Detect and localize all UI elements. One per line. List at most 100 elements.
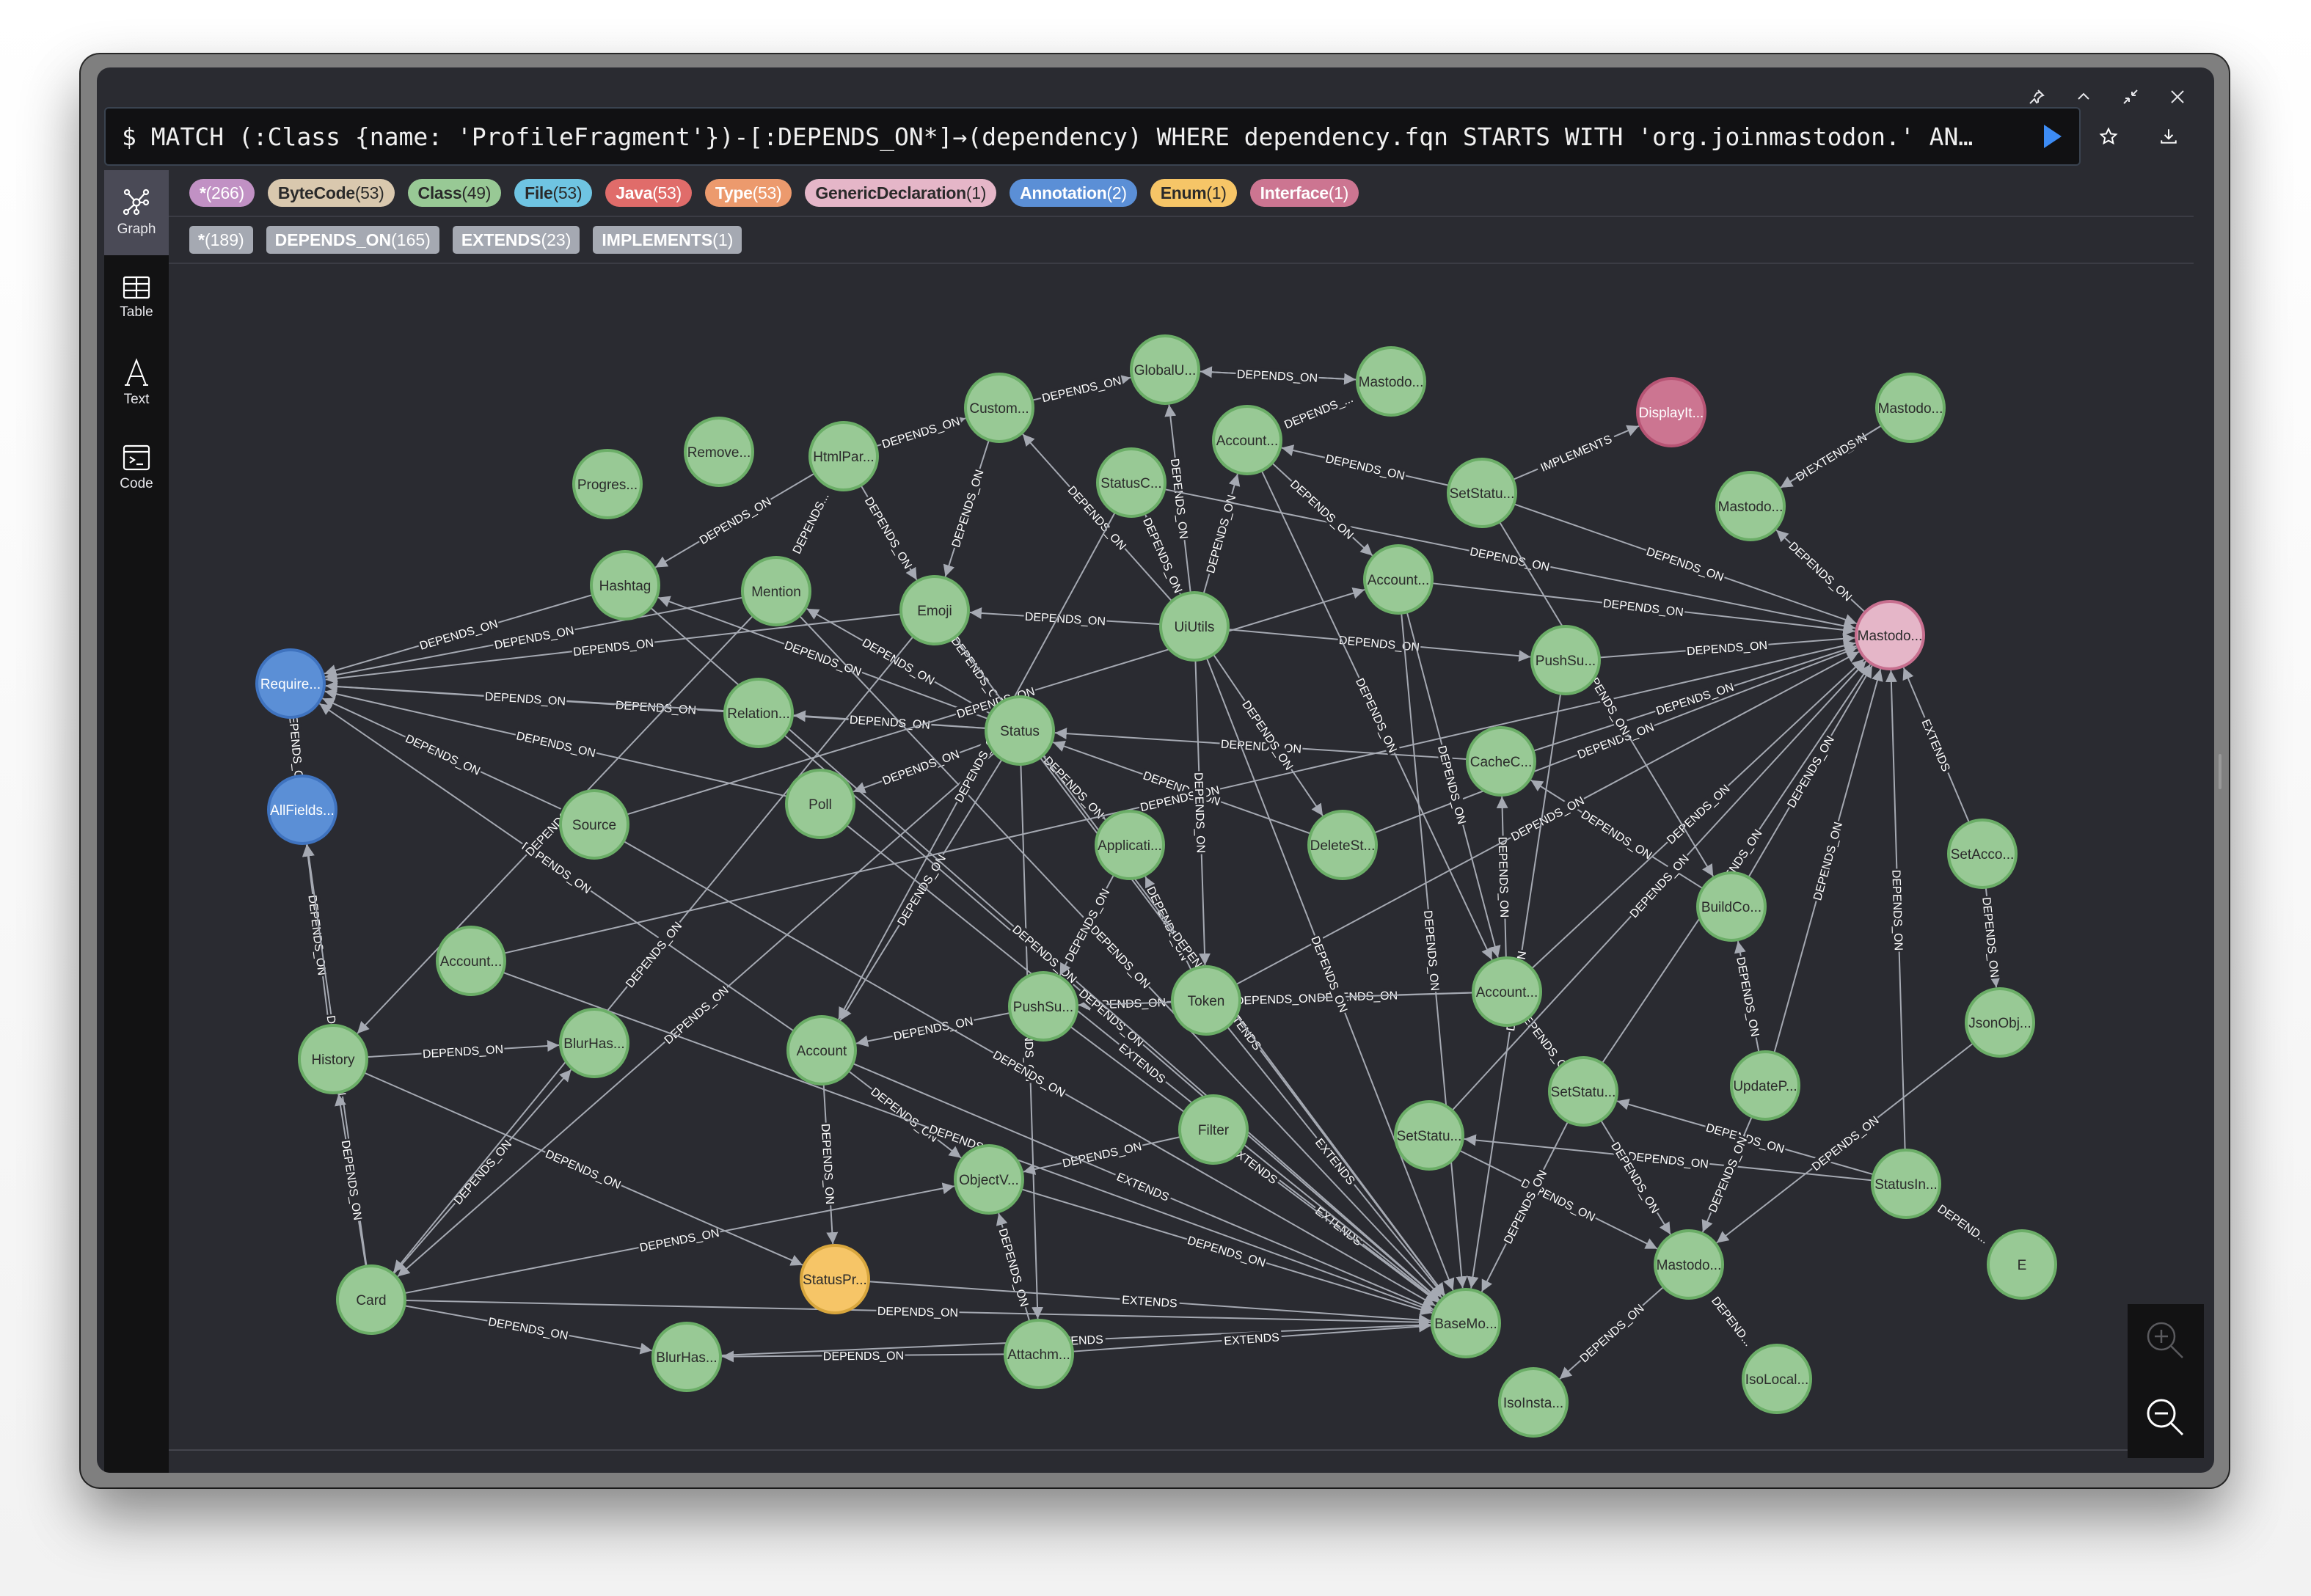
graph-node[interactable]: DeleteSt... — [1307, 810, 1378, 880]
relationship-depends-on[interactable]: DEPENDS_ON — [1748, 665, 1873, 878]
graph-node[interactable]: Mastodo... — [1654, 1229, 1724, 1300]
graph-node[interactable]: Hashtag — [590, 550, 660, 621]
node-label-pill[interactable]: Class (49) — [407, 179, 502, 207]
graph-node[interactable]: Status — [985, 695, 1055, 766]
favorite-button[interactable] — [2088, 116, 2129, 157]
graph-node[interactable]: Mastodo... — [1715, 471, 1786, 541]
graph-node[interactable]: JsonObj... — [1965, 987, 2035, 1058]
relationship-type-pill[interactable]: IMPLEMENTS (1) — [593, 226, 742, 254]
node-label-pill[interactable]: File (53) — [514, 179, 593, 207]
relationship-depends-on[interactable]: DEPENDS_ON — [322, 698, 564, 811]
graph-node[interactable]: Account... — [1472, 956, 1542, 1027]
graph-node[interactable]: ObjectV... — [954, 1144, 1024, 1215]
relationship-depends-on[interactable]: DEPENDS_ON — [1431, 582, 1855, 636]
relationship-depends-on[interactable]: DEPENDS_ON — [1373, 646, 1858, 834]
graph-node[interactable]: Token — [1171, 965, 1241, 1036]
graph-svg[interactable]: DEPENDS_ONDEPENDS_ONDEPENDS_ONDEPENDS_..… — [169, 264, 2194, 1451]
relationship-depends-on[interactable]: DEPENDS_ON — [357, 615, 754, 1034]
relationship-depends-on[interactable]: DEPENDS_ON — [1885, 670, 1906, 1151]
node-label-pill[interactable]: GenericDeclaration (1) — [805, 179, 997, 207]
relationship-depends-on[interactable]: DEPENDS_ON — [1023, 1136, 1181, 1175]
relationship-depends-on[interactable]: DEPENDS_ON — [1599, 632, 1855, 659]
relationship-type-pill[interactable]: DEPENDS_ON (165) — [266, 226, 439, 254]
relationship-depends-on[interactable]: DEPENDS_ON — [1020, 764, 1044, 1319]
graph-node[interactable]: BuildCo... — [1696, 871, 1767, 942]
graph-node[interactable]: Card — [336, 1264, 406, 1335]
relationship-extends[interactable]: EXTENDS — [1902, 667, 1971, 824]
graph-node[interactable]: Account... — [436, 926, 506, 996]
relationship-extends[interactable]: EXTENDS — [1780, 425, 1883, 488]
relationship-depends-on[interactable]: DEPENDS_ON — [1464, 1134, 1873, 1182]
graph-node[interactable]: Remove... — [684, 417, 754, 487]
download-button[interactable] — [2148, 116, 2189, 157]
graph-node[interactable]: SetStatu... — [1447, 458, 1517, 528]
relationship-depends-on[interactable]: DEPENDS_ON — [302, 844, 330, 1026]
graph-node[interactable]: PushSu... — [1008, 971, 1078, 1042]
graph-node[interactable]: BlurHas... — [651, 1322, 722, 1392]
relationship-depends-on[interactable]: DEPENDS_ON — [1198, 367, 1357, 385]
node-label-pill[interactable]: Interface (1) — [1249, 179, 1359, 207]
graph-node[interactable]: Account... — [1363, 544, 1434, 615]
graph-node[interactable]: Custom... — [964, 373, 1034, 443]
graph-node[interactable]: SetAcco... — [1947, 819, 2018, 889]
graph-node[interactable]: Account... — [1212, 405, 1282, 475]
relationship-depends-on[interactable]: DEPENDS_ON — [1401, 612, 1468, 1289]
zoom-out-button[interactable] — [2145, 1397, 2186, 1442]
relationship-depends-on[interactable]: DEPENDS_ON — [860, 485, 918, 581]
relationship-depends-on[interactable]: DEPENDS_ON — [363, 1072, 803, 1266]
sidebar-item-graph[interactable]: Graph — [104, 170, 169, 255]
relationship-depends-on[interactable]: DEPENDS_ON — [875, 413, 966, 451]
node-label-pill[interactable]: * (266) — [189, 179, 255, 207]
shrink-button[interactable] — [2107, 81, 2154, 113]
sidebar-item-text[interactable]: Text — [104, 340, 169, 425]
query-editor[interactable]: $ MATCH (:Class {name: 'ProfileFragment'… — [104, 107, 2081, 166]
relationship-depends-on[interactable]: DEPENDS_ON — [1202, 473, 1241, 595]
relationship-type-pill[interactable]: EXTENDS (23) — [452, 226, 580, 254]
relationship-depends-on[interactable]: DEPENDS_ON — [1227, 629, 1531, 662]
relationship-depends-on[interactable]: DEPENDS_ON — [325, 613, 902, 684]
query-text[interactable]: $ MATCH (:Class {name: 'ProfileFragment'… — [106, 122, 2044, 151]
sidebar-item-table[interactable]: Table — [104, 255, 169, 340]
graph-node[interactable]: Attachm... — [1004, 1319, 1074, 1389]
graph-node[interactable]: BlurHas... — [559, 1008, 629, 1078]
node-label-pill[interactable]: Java (53) — [605, 179, 692, 207]
graph-node[interactable]: SetStatu... — [1548, 1056, 1618, 1127]
graph-node[interactable]: IsoLocal... — [1742, 1344, 1812, 1414]
graph-node[interactable]: Mention — [741, 556, 811, 626]
relationship-depends-on[interactable]: DEPENDS_ON — [404, 1299, 1431, 1328]
relationship-depends-on[interactable]: DEPENDS_ON — [798, 615, 1442, 1298]
relationship-depend---[interactable]: DEPEND... — [1928, 1196, 1998, 1251]
node-label-pill[interactable]: Type (53) — [704, 179, 792, 207]
resize-handle[interactable] — [2219, 754, 2221, 789]
relationship-extends[interactable]: EXTENDS — [1072, 1320, 1431, 1352]
graph-node[interactable]: BaseMo... — [1431, 1288, 1501, 1358]
graph-node[interactable]: StatusIn... — [1871, 1149, 1941, 1219]
graph-node[interactable]: Mastodo... — [1855, 600, 1925, 670]
graph-node[interactable]: Emoji — [899, 575, 970, 645]
graph-node[interactable]: Progres... — [572, 449, 643, 519]
relationship-depends-on[interactable]: DEPENDS_ON — [1496, 796, 1512, 959]
graph-node[interactable]: Mastodo... — [1875, 373, 1946, 443]
relationship-depends-on[interactable]: DEPENDS_ON — [1734, 940, 1763, 1053]
zoom-in-button[interactable] — [2145, 1320, 2186, 1365]
close-button[interactable] — [2154, 81, 2201, 113]
relationship-depends-on[interactable]: DEPENDS_ON — [1191, 659, 1211, 966]
graph-node[interactable]: Poll — [785, 769, 855, 839]
graph-node[interactable]: CacheC... — [1466, 726, 1536, 797]
graph-node[interactable]: E — [1987, 1229, 2057, 1300]
relationship-depends-on[interactable]: DEPENDS_ON — [393, 1069, 572, 1275]
relationship-depends-on[interactable]: DEPENDS_ON — [325, 681, 726, 712]
graph-node[interactable]: Require... — [255, 648, 326, 719]
graph-node[interactable]: Filter — [1178, 1094, 1249, 1165]
graph-node[interactable]: AllFields... — [267, 775, 337, 845]
relationship-depends-on[interactable]: DEPENDS_ON — [503, 640, 1856, 954]
relationship-depends-on[interactable]: DEPENDS_ON — [318, 703, 795, 1032]
relationship-type-pill[interactable]: * (189) — [189, 226, 253, 254]
relationship-extends[interactable]: EXTENDS — [852, 1063, 1434, 1311]
node-label-pill[interactable]: ByteCode (53) — [267, 179, 395, 207]
graph-node[interactable]: UiUtils — [1159, 591, 1230, 662]
node-label-pill[interactable]: Enum (1) — [1150, 179, 1237, 207]
graph-node[interactable]: Relation... — [723, 678, 794, 748]
relationship-depends-on[interactable]: DEPENDS_ON — [404, 1182, 955, 1295]
graph-canvas[interactable]: DEPENDS_ONDEPENDS_ONDEPENDS_ONDEPENDS_..… — [169, 264, 2194, 1451]
